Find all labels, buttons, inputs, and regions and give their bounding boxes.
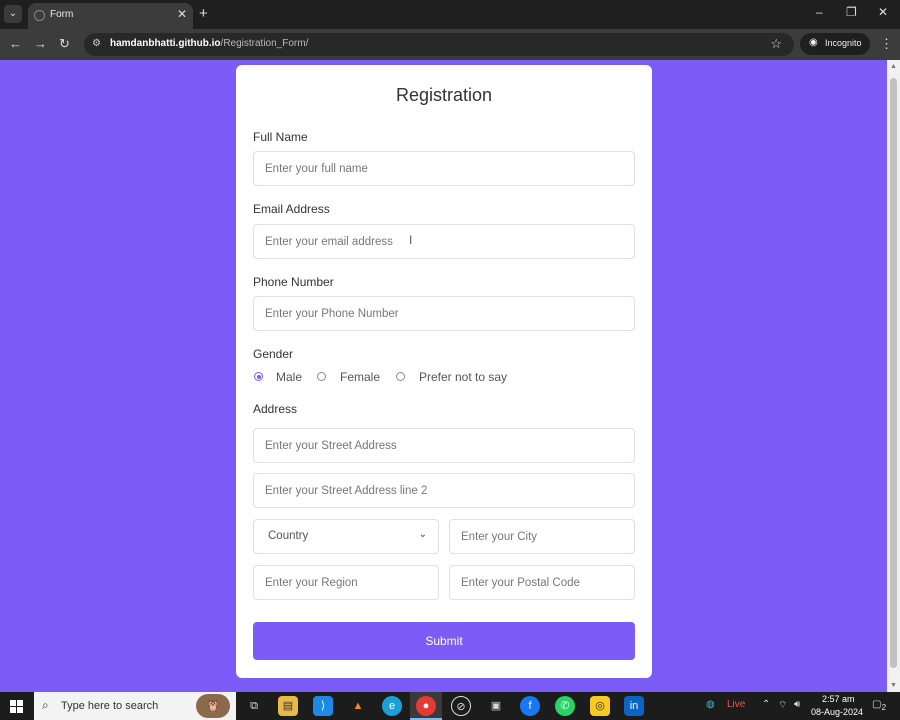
- incognito-badge[interactable]: ◉ Incognito: [800, 33, 870, 55]
- file-explorer-icon[interactable]: ▤: [278, 696, 298, 716]
- app-icon[interactable]: ⊘: [451, 696, 471, 716]
- url-text: hamdanbhatti.github.io/Registration_Form…: [110, 38, 309, 49]
- clock-time[interactable]: 2:57 am: [822, 694, 855, 704]
- gender-male-label[interactable]: Male: [276, 370, 302, 384]
- full-name-label: Full Name: [253, 130, 308, 144]
- page-scrollbar[interactable]: ▲ ▼: [887, 60, 900, 692]
- country-select[interactable]: Country ⌄: [253, 519, 439, 554]
- email-label: Email Address: [253, 202, 330, 216]
- media-icon[interactable]: ▣: [486, 696, 506, 716]
- search-highlight-owl-icon: 🦉: [196, 694, 230, 718]
- facebook-icon[interactable]: f: [520, 696, 540, 716]
- country-select-value: Country: [268, 530, 309, 542]
- forward-button[interactable]: →: [34, 36, 47, 51]
- tab-favicon-icon: [34, 10, 45, 21]
- browser-toolbar: ← → ↻ ⚙ hamdanbhatti.github.io/Registrat…: [0, 29, 900, 60]
- volume-icon[interactable]: 🔊︎: [794, 699, 800, 710]
- vlc-icon[interactable]: ▲: [348, 696, 368, 716]
- task-view-icon[interactable]: ⧉: [244, 696, 264, 716]
- scroll-thumb[interactable]: [890, 78, 897, 668]
- full-name-input[interactable]: [253, 151, 635, 186]
- new-tab-button[interactable]: +: [199, 5, 208, 22]
- region-input[interactable]: [253, 565, 439, 600]
- email-input[interactable]: [253, 224, 635, 259]
- address-label: Address: [253, 402, 298, 416]
- text-cursor-icon: I: [409, 233, 413, 247]
- maximize-button[interactable]: ❐: [846, 5, 857, 19]
- incognito-label: Incognito: [825, 38, 862, 48]
- taskbar-search-text: Type here to search: [61, 700, 159, 712]
- street-address-2-input[interactable]: [253, 473, 635, 508]
- incognito-icon: ◉: [809, 37, 818, 48]
- browser-tab-form[interactable]: Form ✕: [28, 3, 193, 29]
- site-settings-icon[interactable]: ⚙: [92, 38, 101, 49]
- whatsapp-icon[interactable]: ✆: [555, 696, 575, 716]
- phone-label: Phone Number: [253, 275, 334, 289]
- back-button[interactable]: ←: [9, 36, 22, 51]
- search-icon: ⌕: [42, 698, 49, 712]
- live-globe-icon[interactable]: ◍: [706, 699, 715, 710]
- tab-close-icon[interactable]: ✕: [177, 7, 187, 21]
- taskbar-search-box[interactable]: ⌕ Type here to search 🦉: [34, 692, 236, 720]
- windows-start-icon[interactable]: [10, 700, 23, 713]
- network-icon[interactable]: ⌔: [778, 699, 787, 712]
- gender-male-radio[interactable]: [254, 372, 263, 381]
- gender-female-label[interactable]: Female: [340, 370, 380, 384]
- phone-input[interactable]: [253, 296, 635, 331]
- postal-code-input[interactable]: [449, 565, 635, 600]
- tab-search-button[interactable]: ⌄: [4, 5, 22, 23]
- chrome-icon[interactable]: ●: [416, 696, 436, 716]
- vscode-icon[interactable]: ⟩: [313, 696, 333, 716]
- bookmark-star-icon[interactable]: ☆: [770, 36, 782, 52]
- live-label[interactable]: Live: [727, 699, 745, 710]
- chevron-down-icon: ⌄: [418, 529, 427, 540]
- tab-title: Form: [50, 9, 74, 20]
- browser-menu-icon[interactable]: ⋮: [880, 36, 893, 52]
- scroll-up-icon[interactable]: ▲: [890, 63, 897, 70]
- registration-card: Registration Full Name Email Address I P…: [236, 65, 652, 678]
- gender-label: Gender: [253, 347, 294, 361]
- app2-icon[interactable]: ◎: [590, 696, 610, 716]
- clock-date[interactable]: 08-Aug-2024: [811, 707, 863, 717]
- submit-button[interactable]: Submit: [253, 622, 635, 660]
- scroll-down-icon[interactable]: ▼: [890, 682, 897, 689]
- tray-chevron-up-icon[interactable]: ⌃: [762, 699, 770, 710]
- gender-female-radio[interactable]: [317, 372, 326, 381]
- form-title: Registration: [395, 85, 493, 105]
- notification-icon[interactable]: ▢2: [872, 699, 886, 712]
- city-input[interactable]: [449, 519, 635, 554]
- linkedin-icon[interactable]: in: [624, 696, 644, 716]
- browser-tabbar: ⌄ Form ✕ + – ❐ ✕: [0, 0, 900, 29]
- notification-count: 2: [881, 702, 887, 712]
- minimize-button[interactable]: –: [816, 5, 823, 19]
- street-address-input[interactable]: [253, 428, 635, 463]
- address-bar[interactable]: ⚙ hamdanbhatti.github.io/Registration_Fo…: [84, 33, 794, 56]
- close-window-button[interactable]: ✕: [878, 5, 888, 19]
- windows-taskbar: ⌕ Type here to search 🦉 ⧉ ▤ ⟩ ▲ e ● ⊘ ▣ …: [0, 692, 900, 720]
- edge-icon[interactable]: e: [382, 696, 402, 716]
- gender-prefer-not-label[interactable]: Prefer not to say: [419, 370, 507, 384]
- reload-button[interactable]: ↻: [59, 36, 70, 52]
- gender-prefer-not-radio[interactable]: [396, 372, 405, 381]
